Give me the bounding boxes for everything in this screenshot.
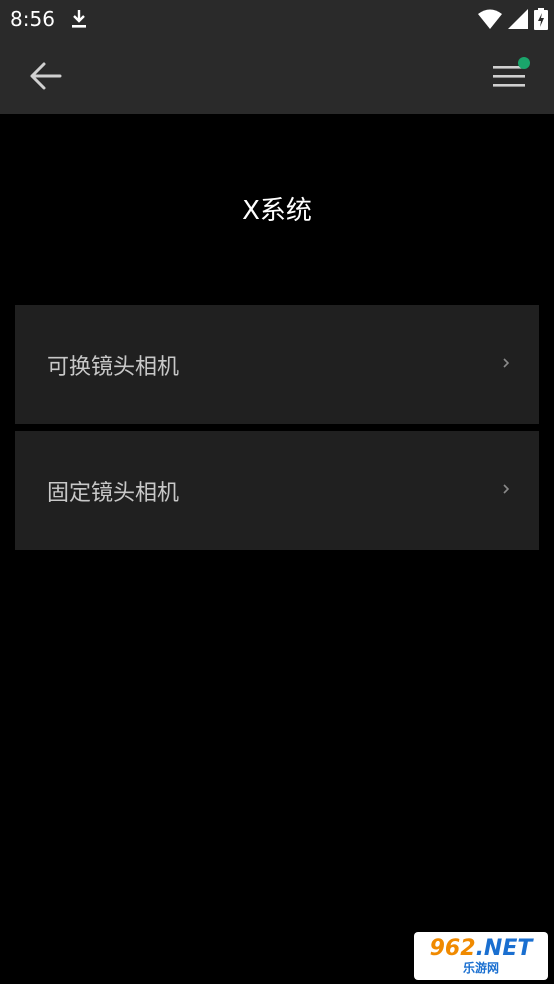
app-bar bbox=[0, 38, 554, 114]
wifi-icon bbox=[478, 9, 502, 29]
watermark-number: 962 bbox=[429, 936, 476, 961]
list-item-interchangeable-lens-camera[interactable]: 可换镜头相机 bbox=[15, 305, 539, 424]
watermark-domain: .NET bbox=[475, 936, 533, 961]
watermark-logo: 962.NET 乐游网 bbox=[414, 932, 548, 980]
chevron-right-icon bbox=[503, 358, 510, 368]
battery-charging-icon bbox=[534, 8, 548, 30]
download-icon bbox=[72, 10, 86, 28]
list-item-label: 可换镜头相机 bbox=[47, 355, 180, 380]
menu-button[interactable] bbox=[486, 54, 532, 98]
page-title: X系统 bbox=[242, 196, 312, 226]
signal-icon bbox=[508, 9, 528, 29]
status-bar: 8:56 bbox=[0, 0, 554, 38]
status-icons bbox=[478, 8, 548, 30]
status-time: 8:56 bbox=[10, 7, 55, 31]
list-item-fixed-lens-camera[interactable]: 固定镜头相机 bbox=[15, 431, 539, 550]
list-item-label: 固定镜头相机 bbox=[47, 481, 180, 506]
back-button[interactable] bbox=[22, 56, 68, 96]
watermark-subtitle: 乐游网 bbox=[462, 961, 499, 975]
arrow-left-icon bbox=[30, 62, 62, 90]
chevron-right-icon bbox=[503, 484, 510, 494]
notification-dot bbox=[518, 57, 530, 69]
